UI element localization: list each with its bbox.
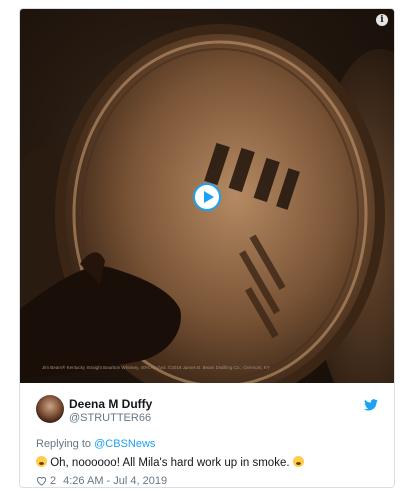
replying-to: Replying to @CBSNews: [36, 438, 155, 450]
tweet-card: i Jim Beam® Kentucky Straight Bourbon Wh…: [19, 8, 395, 488]
tweet-text: Oh, noooooo! All Mila's hard work up in …: [36, 456, 304, 469]
like-count: 2: [50, 475, 57, 487]
heart-icon[interactable]: [36, 476, 47, 486]
user-handle[interactable]: @STRUTTER66: [69, 412, 151, 424]
tweet: Deena M Duffy @STRUTTER66 Replying to @C…: [20, 383, 394, 487]
timestamp[interactable]: 4:26 AM - Jul 4, 2019: [63, 475, 167, 487]
info-icon[interactable]: i: [376, 14, 388, 26]
play-icon: [204, 191, 214, 203]
avatar[interactable]: [36, 395, 64, 423]
video-player[interactable]: i Jim Beam® Kentucky Straight Bourbon Wh…: [20, 9, 394, 383]
media-caption: Jim Beam® Kentucky Straight Bourbon Whis…: [42, 365, 270, 370]
twitter-bird-icon[interactable]: [364, 399, 378, 411]
mention-link[interactable]: @CBSNews: [94, 438, 155, 450]
tweet-meta: 2 4:26 AM - Jul 4, 2019: [36, 475, 167, 487]
crying-emoji-icon: [292, 456, 304, 467]
surprised-emoji-icon: [36, 456, 47, 467]
display-name[interactable]: Deena M Duffy: [69, 397, 152, 411]
play-button[interactable]: [193, 183, 221, 211]
replying-prefix: Replying to: [36, 438, 95, 450]
tweet-text-content: Oh, noooooo! All Mila's hard work up in …: [47, 457, 293, 469]
